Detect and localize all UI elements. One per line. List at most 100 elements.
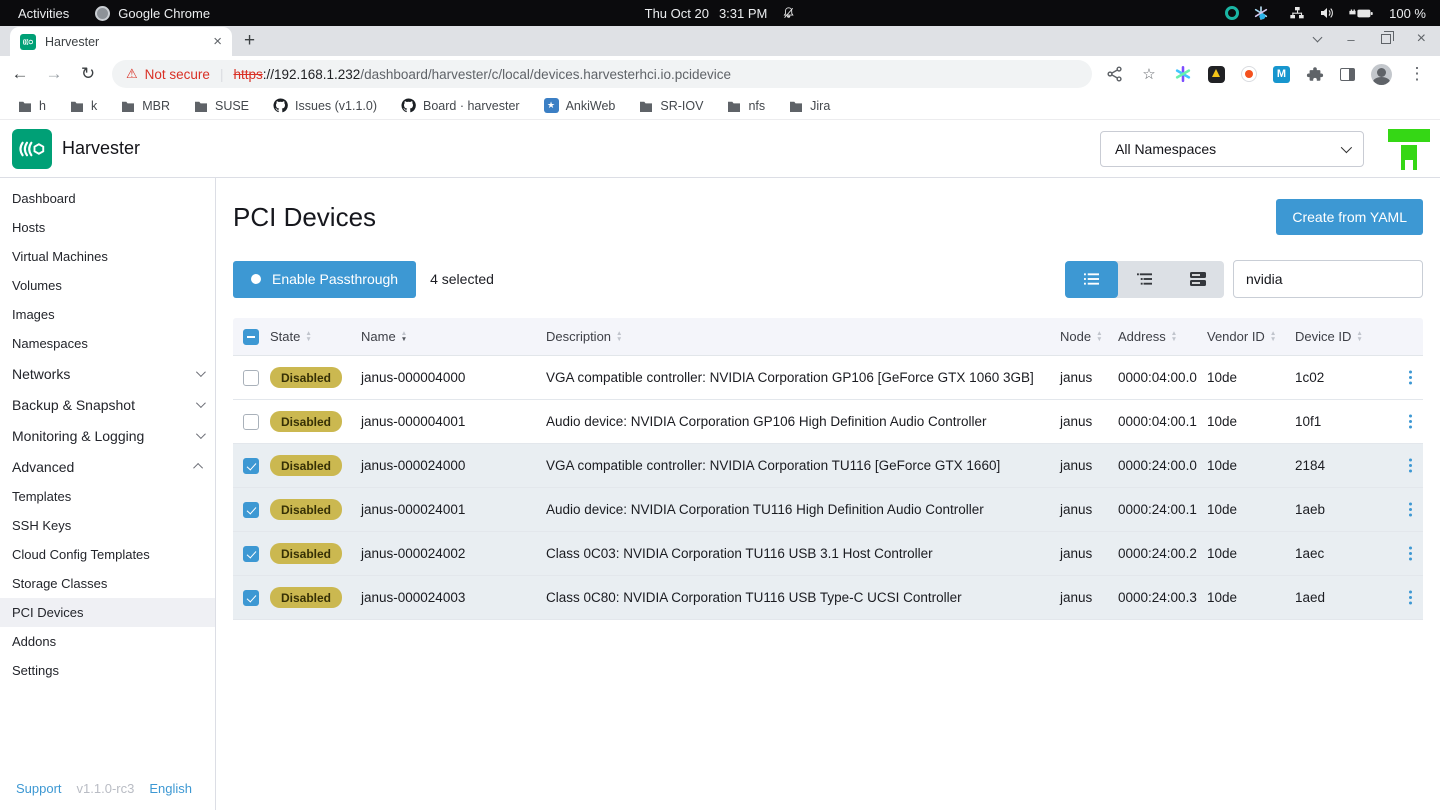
column-header-description[interactable]: Description▲▼	[546, 329, 1060, 344]
bookmark-star-icon[interactable]: ☆	[1140, 65, 1158, 83]
cell-name: janus-000004001	[361, 414, 546, 429]
sidebar-item-templates[interactable]: Templates	[0, 482, 215, 511]
network-icon[interactable]	[1289, 6, 1305, 20]
search-input[interactable]	[1233, 260, 1423, 298]
bookmark-board-harvester[interactable]: Board · harvester	[401, 98, 520, 113]
cell-device-id: 1c02	[1295, 370, 1393, 385]
grouped-view-button[interactable]	[1171, 261, 1224, 298]
chevron-down-icon	[196, 367, 206, 377]
row-actions-kebab-icon[interactable]	[1409, 464, 1412, 467]
harvester-logo[interactable]	[12, 129, 52, 169]
sidebar-item-dashboard[interactable]: Dashboard	[0, 184, 215, 213]
row-checkbox[interactable]	[243, 502, 259, 518]
sort-icon: ▲▼	[1270, 331, 1276, 342]
row-actions-kebab-icon[interactable]	[1409, 508, 1412, 511]
window-minimize-button[interactable]: –	[1347, 32, 1354, 47]
bookmark-folder-k[interactable]: k	[70, 99, 97, 113]
tree-view-button[interactable]	[1118, 261, 1171, 298]
row-checkbox[interactable]	[243, 370, 259, 386]
list-view-button[interactable]	[1065, 261, 1118, 298]
bookmark-folder-mbr[interactable]: MBR	[121, 99, 170, 113]
not-secure-warning-icon[interactable]: ⚠	[126, 66, 138, 82]
browser-menu-kebab-icon[interactable]: ⋮	[1408, 65, 1426, 83]
address-bar[interactable]: ⚠ Not secure | https://192.168.1.232/das…	[112, 60, 1092, 88]
sidebar-item-settings[interactable]: Settings	[0, 656, 215, 685]
tray-app-ring-icon[interactable]	[1225, 6, 1239, 20]
row-checkbox[interactable]	[243, 414, 259, 430]
sidebar-item-ssh-keys[interactable]: SSH Keys	[0, 511, 215, 540]
back-button[interactable]: ←	[10, 64, 30, 84]
row-checkbox[interactable]	[243, 458, 259, 474]
select-all-checkbox[interactable]	[243, 329, 259, 345]
extension-m-icon[interactable]: M	[1273, 66, 1290, 83]
column-header-node[interactable]: Node▲▼	[1060, 329, 1118, 344]
battery-charging-icon[interactable]	[1349, 7, 1375, 20]
tab-search-chevron-icon[interactable]	[1313, 33, 1323, 43]
bookmark-folder-h[interactable]: h	[18, 99, 46, 113]
column-header-device-id[interactable]: Device ID▲▼	[1295, 329, 1393, 344]
column-header-address[interactable]: Address▲▼	[1118, 329, 1207, 344]
share-icon[interactable]	[1106, 65, 1124, 83]
profile-avatar[interactable]	[1371, 64, 1392, 85]
status-badge: Disabled	[270, 411, 342, 432]
reload-button[interactable]: ↻	[78, 64, 98, 84]
sidebar-item-hosts[interactable]: Hosts	[0, 213, 215, 242]
cell-vendor-id: 10de	[1207, 370, 1295, 385]
forward-button[interactable]: →	[44, 64, 64, 84]
window-close-button[interactable]: ×	[1417, 30, 1426, 48]
cell-address: 0000:04:00.0	[1118, 370, 1207, 385]
sidebar-item-volumes[interactable]: Volumes	[0, 271, 215, 300]
sidebar-group-backup-snapshot[interactable]: Backup & Snapshot	[0, 389, 215, 420]
bookmark-ankiweb[interactable]: ★AnkiWeb	[544, 98, 616, 113]
version-label: v1.1.0-rc3	[77, 781, 135, 796]
support-link[interactable]: Support	[16, 781, 62, 796]
chevron-down-icon	[196, 398, 206, 408]
focused-app-indicator[interactable]: Google Chrome	[95, 6, 210, 21]
sidebar-group-networks[interactable]: Networks	[0, 358, 215, 389]
bookmark-folder-jira[interactable]: Jira	[789, 99, 830, 113]
volume-icon[interactable]	[1319, 6, 1335, 20]
bookmark-folder-sriov[interactable]: SR-IOV	[639, 99, 703, 113]
column-header-state[interactable]: State▲▼	[270, 329, 361, 344]
sidebar-item-pci-devices[interactable]: PCI Devices	[0, 598, 215, 627]
bookmark-issues[interactable]: Issues (v1.1.0)	[273, 98, 377, 113]
row-checkbox[interactable]	[243, 546, 259, 562]
column-header-vendor-id[interactable]: Vendor ID▲▼	[1207, 329, 1295, 344]
bookmark-folder-suse[interactable]: SUSE	[194, 99, 249, 113]
sidebar-item-virtual-machines[interactable]: Virtual Machines	[0, 242, 215, 271]
namespace-filter-select[interactable]: All Namespaces	[1100, 131, 1364, 167]
sidebar-group-monitoring-logging[interactable]: Monitoring & Logging	[0, 420, 215, 451]
clock[interactable]: Thu Oct 20 3:31 PM	[645, 6, 796, 21]
window-restore-button[interactable]	[1381, 34, 1391, 44]
side-panel-icon[interactable]	[1340, 68, 1355, 81]
row-actions-kebab-icon[interactable]	[1409, 596, 1412, 599]
system-tray[interactable]: 100 %	[1225, 5, 1440, 21]
rancher-logo[interactable]	[1388, 128, 1430, 170]
extension-circle-icon[interactable]	[1241, 66, 1257, 82]
sidebar-item-namespaces[interactable]: Namespaces	[0, 329, 215, 358]
sidebar-item-storage-classes[interactable]: Storage Classes	[0, 569, 215, 598]
sidebar-item-images[interactable]: Images	[0, 300, 215, 329]
activities-button[interactable]: Activities	[18, 6, 69, 21]
column-header-name[interactable]: Name▲▼	[361, 329, 546, 344]
tab-close-icon[interactable]: ×	[213, 34, 222, 49]
extension-dark-icon[interactable]	[1208, 66, 1225, 83]
sidebar-item-addons[interactable]: Addons	[0, 627, 215, 656]
cell-node: janus	[1060, 590, 1118, 605]
extensions-puzzle-icon[interactable]	[1306, 65, 1324, 83]
sidebar-group-advanced[interactable]: Advanced	[0, 451, 215, 482]
enable-passthrough-button[interactable]: Enable Passthrough	[233, 261, 416, 298]
sidebar-item-cloud-config-templates[interactable]: Cloud Config Templates	[0, 540, 215, 569]
extension-colorful-asterisk-icon[interactable]	[1174, 65, 1192, 83]
create-from-yaml-button[interactable]: Create from YAML	[1276, 199, 1423, 235]
row-actions-kebab-icon[interactable]	[1409, 552, 1412, 555]
system-top-bar: Activities Google Chrome Thu Oct 20 3:31…	[0, 0, 1440, 26]
browser-tab-harvester[interactable]: Harvester ×	[10, 27, 232, 56]
row-checkbox[interactable]	[243, 590, 259, 606]
row-actions-kebab-icon[interactable]	[1409, 420, 1412, 423]
bookmark-folder-nfs[interactable]: nfs	[727, 99, 765, 113]
tray-snowflake-icon[interactable]	[1253, 5, 1269, 21]
language-link[interactable]: English	[149, 781, 192, 796]
row-actions-kebab-icon[interactable]	[1409, 376, 1412, 379]
new-tab-button[interactable]: +	[244, 30, 255, 52]
